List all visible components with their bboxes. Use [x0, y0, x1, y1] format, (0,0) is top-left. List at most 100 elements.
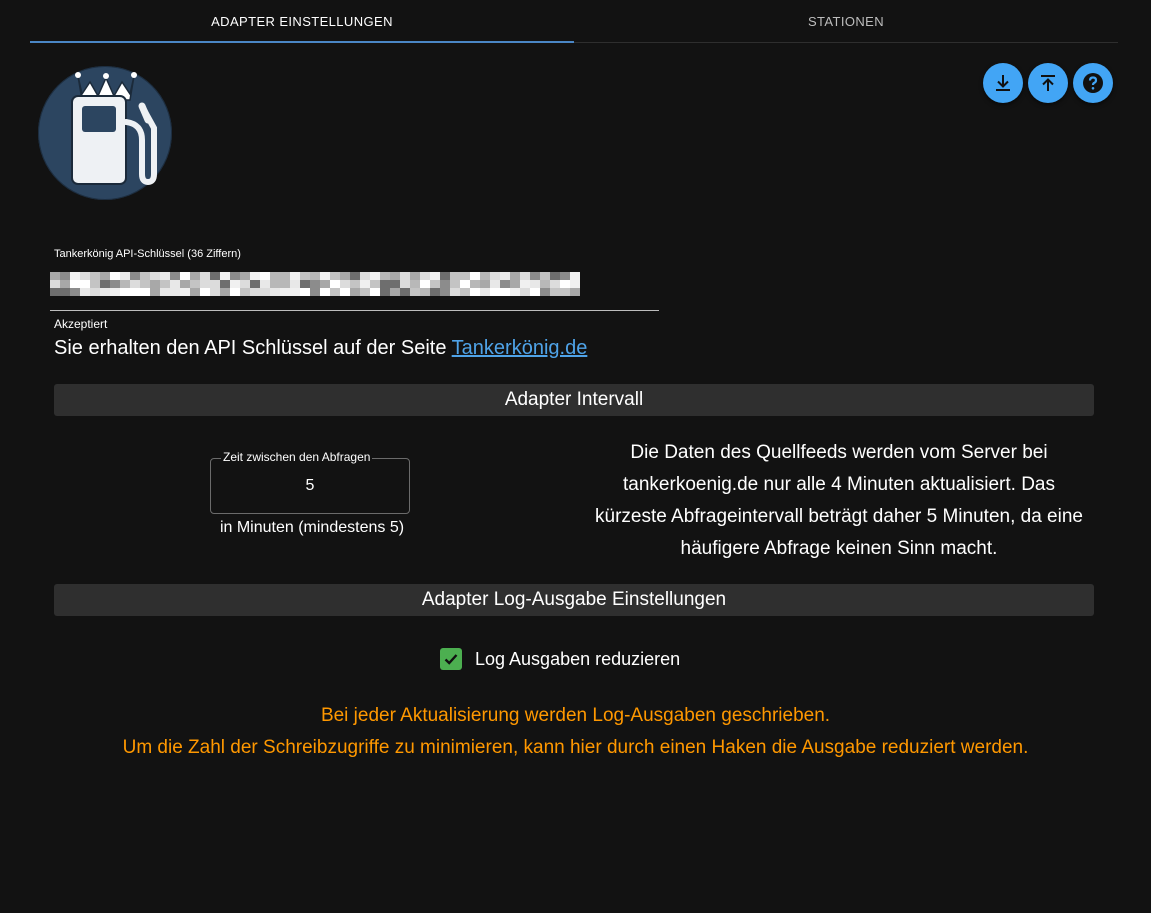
adapter-logo — [38, 66, 172, 200]
masked-pixel — [300, 280, 310, 288]
masked-pixel — [160, 272, 170, 280]
masked-pixel — [420, 288, 430, 296]
masked-pixel — [210, 272, 220, 280]
tab-stations[interactable]: STATIONEN — [574, 0, 1118, 42]
masked-pixel — [470, 288, 480, 296]
masked-pixel — [400, 280, 410, 288]
masked-pixel — [480, 288, 490, 296]
log-info: Bei jeder Aktualisierung werden Log-Ausg… — [0, 700, 1151, 764]
masked-pixel — [430, 280, 440, 288]
masked-pixel — [170, 272, 180, 280]
masked-pixel — [370, 280, 380, 288]
masked-pixel — [430, 288, 440, 296]
masked-pixel — [240, 280, 250, 288]
masked-pixel — [100, 288, 110, 296]
masked-pixel — [280, 272, 290, 280]
masked-pixel — [100, 272, 110, 280]
log-info-line-2: Um die Zahl der Schreibzugriffe zu minim… — [122, 737, 1029, 758]
masked-pixel — [350, 280, 360, 288]
tankerkoenig-link[interactable]: Tankerkönig.de — [452, 337, 588, 359]
masked-pixel — [470, 280, 480, 288]
masked-pixel — [550, 280, 560, 288]
api-key-field[interactable] — [50, 272, 659, 311]
masked-pixel — [140, 272, 150, 280]
masked-pixel — [360, 280, 370, 288]
masked-pixel — [50, 280, 60, 288]
masked-pixel — [400, 272, 410, 280]
masked-pixel — [350, 288, 360, 296]
masked-pixel — [110, 288, 120, 296]
masked-pixel — [110, 272, 120, 280]
masked-pixel — [420, 272, 430, 280]
masked-pixel — [540, 272, 550, 280]
api-key-label: Tankerkönig API-Schlüssel (36 Ziffern) — [54, 248, 241, 260]
upload-icon — [1041, 75, 1055, 91]
masked-pixel — [570, 288, 580, 296]
masked-pixel — [330, 288, 340, 296]
masked-pixel — [170, 280, 180, 288]
reduce-log-checkbox-row[interactable]: Log Ausgaben reduzieren — [440, 646, 680, 672]
checkmark-icon — [444, 654, 458, 665]
interval-input[interactable] — [212, 474, 408, 498]
masked-pixel — [320, 272, 330, 280]
masked-pixel — [510, 280, 520, 288]
masked-pixel — [190, 272, 200, 280]
interval-description: Die Daten des Quellfeeds werden vom Serv… — [595, 442, 1083, 559]
masked-pixel — [280, 280, 290, 288]
masked-pixel — [310, 288, 320, 296]
masked-pixel — [250, 272, 260, 280]
masked-pixel — [150, 280, 160, 288]
masked-pixel — [70, 288, 80, 296]
masked-pixel — [480, 272, 490, 280]
masked-pixel — [440, 272, 450, 280]
masked-pixel — [370, 272, 380, 280]
masked-pixel — [370, 288, 380, 296]
masked-pixel — [450, 280, 460, 288]
masked-pixel — [260, 288, 270, 296]
masked-pixel — [500, 280, 510, 288]
download-icon — [996, 75, 1010, 91]
masked-pixel — [60, 272, 70, 280]
masked-pixel — [540, 288, 550, 296]
masked-pixel — [530, 288, 540, 296]
masked-pixel — [50, 288, 60, 296]
masked-pixel — [90, 272, 100, 280]
masked-pixel — [420, 280, 430, 288]
masked-pixel — [480, 280, 490, 288]
masked-pixel — [140, 280, 150, 288]
help-icon — [1083, 73, 1103, 93]
masked-pixel — [190, 288, 200, 296]
masked-pixel — [380, 288, 390, 296]
masked-pixel — [230, 272, 240, 280]
masked-pixel — [510, 272, 520, 280]
tab-adapter-settings[interactable]: ADAPTER EINSTELLUNGEN — [30, 0, 574, 42]
masked-pixel — [390, 288, 400, 296]
masked-pixel — [320, 288, 330, 296]
section-header-log: Adapter Log-Ausgabe Einstellungen — [54, 584, 1094, 616]
masked-pixel — [560, 272, 570, 280]
masked-pixel — [410, 272, 420, 280]
masked-pixel — [540, 280, 550, 288]
masked-pixel — [90, 288, 100, 296]
api-key-info-text: Sie erhalten den API Schlüssel auf der S… — [54, 337, 452, 359]
upload-button[interactable] — [1028, 63, 1068, 103]
help-button[interactable] — [1073, 63, 1113, 103]
masked-pixel — [240, 272, 250, 280]
masked-pixel — [530, 272, 540, 280]
reduce-log-checkbox[interactable] — [440, 648, 462, 670]
masked-pixel — [490, 272, 500, 280]
masked-pixel — [330, 280, 340, 288]
api-key-info: Sie erhalten den API Schlüssel auf der S… — [54, 337, 587, 360]
fuel-pump-icon — [71, 72, 157, 186]
masked-pixel — [210, 280, 220, 288]
masked-pixel — [560, 280, 570, 288]
masked-pixel — [250, 288, 260, 296]
masked-pixel — [520, 272, 530, 280]
download-button[interactable] — [983, 63, 1023, 103]
masked-pixel — [290, 272, 300, 280]
masked-pixel — [170, 288, 180, 296]
tab-indicator — [30, 41, 574, 43]
masked-pixel — [120, 272, 130, 280]
masked-pixel — [350, 272, 360, 280]
masked-pixel — [340, 272, 350, 280]
